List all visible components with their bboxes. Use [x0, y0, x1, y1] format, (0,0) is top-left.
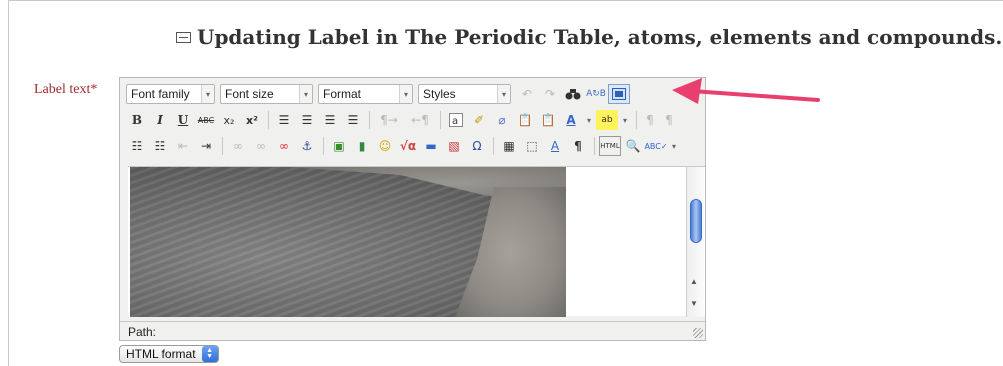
rock-photo: [130, 167, 566, 317]
font-size-select-label: Font size: [225, 87, 274, 101]
chevron-down-icon: ▾: [399, 85, 412, 103]
format-select-label: Format: [323, 87, 362, 101]
select-all-icon[interactable]: a: [445, 110, 467, 130]
align-left-icon[interactable]: ☰: [273, 110, 295, 130]
chevron-down-icon: ▾: [299, 85, 312, 103]
ltr-paragraph-icon[interactable]: ¶: [641, 110, 659, 130]
visual-aid-icon[interactable]: ⬚: [521, 136, 543, 156]
toolbar-row-3: ☷ ☷ ⇤ ⇥ ∞ ∞ ∞ ⚓ ▣ ▮ ☺ √α ▬ ▧ Ω ▦ ⬚ A ¶ H…: [120, 133, 705, 159]
align-justify-icon[interactable]: ☰: [342, 110, 364, 130]
frame-border: [8, 0, 9, 366]
horizontal-rule-icon[interactable]: ▬: [420, 136, 442, 156]
replace-icon[interactable]: A↻B: [585, 84, 607, 104]
highlight-color-icon[interactable]: ab: [596, 110, 618, 130]
toolbar-separator: [636, 111, 637, 129]
text-format-select[interactable]: HTML format ▲ ▼: [119, 345, 219, 363]
show-blocks-icon[interactable]: ¶: [567, 136, 589, 156]
annotation-arrow-icon: [672, 78, 820, 104]
font-family-select[interactable]: Font family ▾: [126, 84, 215, 104]
bold-button[interactable]: B: [126, 110, 148, 130]
spellcheck-icon[interactable]: ABC✓: [644, 136, 667, 156]
subscript-button[interactable]: x₂: [218, 110, 240, 130]
anchor-icon[interactable]: ⚓: [296, 136, 318, 156]
italic-button[interactable]: I: [149, 110, 171, 130]
superscript-button[interactable]: x²: [241, 110, 263, 130]
scroll-up-icon[interactable]: ▲: [690, 277, 698, 286]
eraser-icon[interactable]: ⌀: [491, 110, 513, 130]
toolbar-separator: [440, 111, 441, 129]
chevron-down-icon[interactable]: ▾: [583, 110, 595, 130]
toolbar-separator: [323, 137, 324, 155]
editor-scrollbar[interactable]: ▲ ▼: [686, 167, 704, 317]
resize-handle-icon[interactable]: [693, 328, 703, 338]
styles-select[interactable]: Styles ▾: [418, 84, 511, 104]
page-title-text: Updating Label in The Periodic Table, at…: [197, 25, 1003, 49]
align-right-icon[interactable]: ☰: [319, 110, 341, 130]
text-color-icon[interactable]: A: [560, 110, 582, 130]
editor-path-bar: Path:: [120, 321, 705, 341]
strikethrough-button[interactable]: ABC: [195, 110, 217, 130]
image-icon[interactable]: ▣: [328, 136, 350, 156]
spellcheck-language-icon[interactable]: A: [544, 136, 566, 156]
text-format-value: HTML format: [126, 347, 196, 361]
emoticon-icon[interactable]: ☺: [374, 136, 396, 156]
undo-icon[interactable]: ↶: [516, 84, 538, 104]
fullscreen-toggle-icon[interactable]: [608, 84, 630, 104]
unlink-icon[interactable]: ∞: [250, 136, 272, 156]
html-source-icon[interactable]: HTML: [599, 136, 621, 156]
chevron-down-icon: ▾: [497, 85, 510, 103]
path-label: Path:: [128, 324, 157, 339]
toolbar-separator: [268, 111, 269, 129]
underline-button[interactable]: U: [172, 110, 194, 130]
media-icon[interactable]: ▮: [351, 136, 373, 156]
rtl-icon[interactable]: ←¶: [405, 110, 435, 130]
equation-icon[interactable]: √α: [397, 136, 419, 156]
required-marker: *: [90, 82, 98, 97]
svg-text:a: a: [452, 116, 458, 127]
find-icon[interactable]: [562, 84, 584, 104]
paste-word-icon[interactable]: 📋: [537, 110, 559, 130]
bullet-list-icon[interactable]: ☷: [126, 136, 148, 156]
link-icon[interactable]: ∞: [227, 136, 249, 156]
page-title: Updating Label in The Periodic Table, at…: [176, 25, 1003, 49]
field-label-text: Label text: [34, 82, 91, 97]
editor-content-area[interactable]: ▲ ▼: [128, 166, 705, 317]
toolbar-separator: [369, 111, 370, 129]
rich-text-editor: Font family ▾ Font size ▾ Format ▾ Style…: [119, 77, 706, 341]
special-char-icon[interactable]: Ω: [466, 136, 488, 156]
label-icon: [176, 31, 191, 43]
redo-icon[interactable]: ↷: [539, 84, 561, 104]
outdent-icon[interactable]: ⇤: [172, 136, 194, 156]
frame-border: [8, 0, 1003, 1]
scroll-down-icon[interactable]: ▼: [690, 299, 698, 308]
preview-icon[interactable]: 🔍: [622, 136, 644, 156]
format-select-dropdown[interactable]: Format ▾: [318, 84, 413, 104]
chevron-down-icon[interactable]: ▾: [619, 110, 631, 130]
ltr-icon[interactable]: ¶→: [374, 110, 404, 130]
toolbar-separator: [493, 137, 494, 155]
rock-photo-detail: [455, 187, 566, 317]
toolbar-separator: [222, 137, 223, 155]
updown-arrows-icon: ▲ ▼: [201, 346, 218, 362]
moodle-media-icon[interactable]: ▧: [443, 136, 465, 156]
font-family-select-label: Font family: [131, 87, 190, 101]
styles-select-label: Styles: [423, 87, 456, 101]
cleanup-icon[interactable]: ✐: [468, 110, 490, 130]
align-center-icon[interactable]: ☰: [296, 110, 318, 130]
chevron-down-icon[interactable]: ▾: [668, 136, 680, 156]
toolbar-row-1: Font family ▾ Font size ▾ Format ▾ Style…: [120, 81, 705, 107]
toolbar-row-2: B I U ABC x₂ x² ☰ ☰ ☰ ☰ ¶→ ←¶ a ✐ ⌀ 📋 📋 …: [120, 107, 705, 133]
nolink-icon[interactable]: ∞: [273, 136, 295, 156]
field-label: Label text*: [34, 82, 97, 98]
font-size-select[interactable]: Font size ▾: [220, 84, 313, 104]
scrollbar-thumb[interactable]: [690, 199, 702, 243]
toolbar-separator: [594, 137, 595, 155]
numbered-list-icon[interactable]: ☷: [149, 136, 171, 156]
chevron-down-icon: ▾: [201, 85, 214, 103]
table-edit-icon[interactable]: ▦: [498, 136, 520, 156]
paste-text-icon[interactable]: 📋: [514, 110, 536, 130]
indent-icon[interactable]: ⇥: [195, 136, 217, 156]
